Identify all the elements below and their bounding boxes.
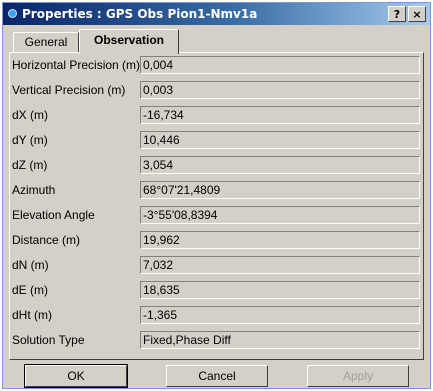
field-row: Vertical Precision (m) 0,003	[10, 79, 423, 103]
field-row: dX (m) -16,734	[10, 104, 423, 128]
help-button[interactable]: ?	[388, 6, 406, 22]
vertical-precision-field[interactable]: 0,003	[140, 81, 420, 99]
field-label: Horizontal Precision (m)	[12, 58, 141, 72]
field-label: dE (m)	[12, 283, 48, 297]
cancel-button[interactable]: Cancel	[166, 365, 268, 387]
title-bar[interactable]: Properties : GPS Obs Pion1-Nmv1a ? ×	[3, 3, 430, 25]
properties-dialog: Properties : GPS Obs Pion1-Nmv1a ? × Gen…	[2, 2, 431, 389]
tab-general[interactable]: General	[13, 32, 79, 52]
tab-strip: General Observation	[9, 29, 424, 54]
field-label: Elevation Angle	[12, 208, 95, 222]
horizontal-precision-field[interactable]: 0,004	[140, 56, 420, 74]
elevation-angle-field[interactable]: -3°55'08,8394	[140, 206, 420, 224]
field-label: Solution Type	[12, 333, 85, 347]
dn-field[interactable]: 7,032	[140, 256, 420, 274]
field-label: dN (m)	[12, 258, 49, 272]
azimuth-field[interactable]: 68°07'21,4809	[140, 181, 420, 199]
field-row: dY (m) 10,446	[10, 129, 423, 153]
dz-field[interactable]: 3,054	[140, 156, 420, 174]
field-row: dN (m) 7,032	[10, 254, 423, 278]
dx-field[interactable]: -16,734	[140, 106, 420, 124]
field-label: Vertical Precision (m)	[12, 83, 126, 97]
field-row: dHt (m) -1,365	[10, 304, 423, 328]
dy-field[interactable]: 10,446	[140, 131, 420, 149]
field-label: Distance (m)	[12, 233, 81, 247]
close-button[interactable]: ×	[408, 6, 426, 22]
field-label: dHt (m)	[12, 308, 52, 322]
dht-field[interactable]: -1,365	[140, 306, 420, 324]
field-row: dE (m) 18,635	[10, 279, 423, 303]
apply-button[interactable]: Apply	[307, 365, 409, 387]
field-label: Azimuth	[12, 183, 56, 197]
app-icon	[8, 9, 17, 18]
tab-observation[interactable]: Observation	[79, 29, 179, 54]
field-row: Elevation Angle -3°55'08,8394	[10, 204, 423, 228]
field-row: Solution Type Fixed,Phase Diff	[10, 329, 423, 353]
field-row: Distance (m) 19,962	[10, 229, 423, 253]
distance-field[interactable]: 19,962	[140, 231, 420, 249]
field-row: Horizontal Precision (m) 0,004	[10, 54, 423, 78]
observation-panel: Horizontal Precision (m) 0,004 Vertical …	[9, 52, 424, 360]
field-label: dZ (m)	[12, 158, 48, 172]
window-title: Properties : GPS Obs Pion1-Nmv1a	[22, 7, 258, 21]
field-row: dZ (m) 3,054	[10, 154, 423, 178]
field-label: dY (m)	[12, 133, 48, 147]
de-field[interactable]: 18,635	[140, 281, 420, 299]
solution-type-field[interactable]: Fixed,Phase Diff	[140, 331, 420, 349]
field-row: Azimuth 68°07'21,4809	[10, 179, 423, 203]
ok-button[interactable]: OK	[24, 364, 128, 388]
field-label: dX (m)	[12, 108, 48, 122]
